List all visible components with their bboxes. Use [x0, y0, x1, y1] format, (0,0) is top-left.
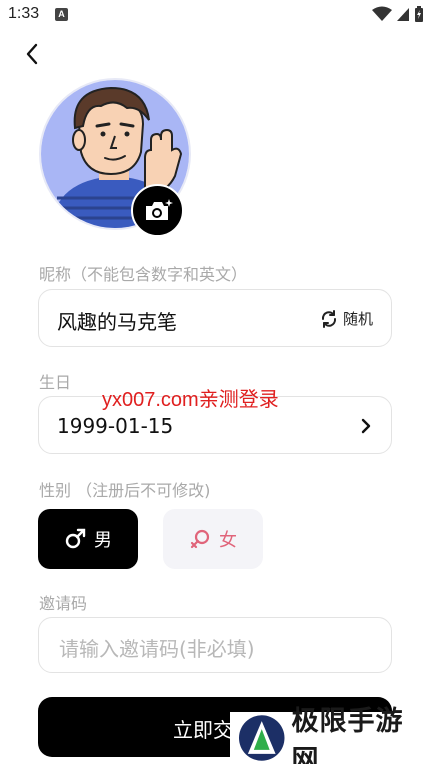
invite-code-field[interactable]: 请输入邀请码(非必填) — [38, 617, 392, 673]
male-label: 男 — [94, 530, 112, 551]
signal-icon — [397, 8, 409, 21]
random-label: 随机 — [342, 310, 373, 328]
nickname-field[interactable]: 风趣的马克笔 随机 — [38, 289, 392, 347]
status-icons — [372, 6, 424, 22]
site-logo-overlay: 极限手游网 — [230, 706, 430, 764]
camera-icon — [145, 198, 173, 220]
back-button[interactable] — [18, 40, 46, 68]
refresh-icon — [321, 309, 336, 328]
watermark-text: yx007.com亲测登录 — [102, 389, 279, 411]
random-nickname-button[interactable]: 随机 — [320, 308, 373, 329]
gender-male-button[interactable]: 男 — [38, 509, 138, 569]
gender-label: 性别 （注册后不可修改) — [39, 481, 211, 500]
nickname-value: 风趣的马克笔 — [57, 310, 177, 334]
invite-label: 邀请码 — [39, 594, 88, 613]
male-symbol-icon — [65, 528, 86, 549]
status-bar: 1:33 A — [0, 0, 430, 30]
site-logo-icon — [238, 715, 285, 761]
birthday-label: 生日 — [39, 373, 72, 392]
nickname-label: 昵称（不能包含数字和英文） — [39, 265, 248, 284]
gender-female-button[interactable]: 女 — [163, 509, 263, 569]
status-time: 1:33 — [8, 5, 40, 22]
avatar-section — [39, 78, 191, 237]
submit-label: 立即交 — [173, 718, 233, 742]
change-avatar-button[interactable] — [131, 184, 184, 237]
female-label: 女 — [219, 530, 237, 551]
birthday-value: 1999-01-15 — [57, 414, 174, 438]
battery-icon — [415, 6, 423, 22]
notification-badge: A — [55, 8, 68, 21]
chevron-right-icon — [361, 418, 371, 434]
wifi-icon — [372, 6, 392, 21]
back-arrow-icon — [26, 43, 38, 65]
female-symbol-icon — [190, 529, 210, 549]
site-logo-text: 极限手游网 — [291, 706, 404, 764]
invite-code-input[interactable]: 请输入邀请码(非必填) — [59, 633, 255, 662]
